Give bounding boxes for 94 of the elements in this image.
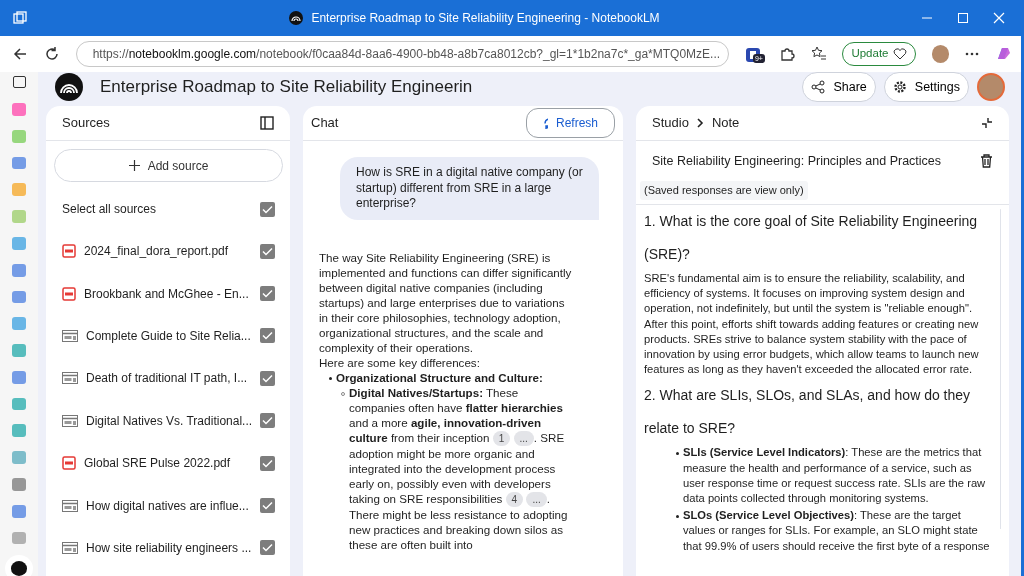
app-tile-icon[interactable] <box>12 210 26 223</box>
checkbox[interactable] <box>260 286 276 302</box>
app-tile-icon[interactable] <box>12 103 26 116</box>
sidebar-toggle-icon[interactable] <box>260 116 274 130</box>
pdf-file-icon <box>62 456 76 471</box>
bullet-icon <box>676 515 679 519</box>
app-tile-icon[interactable] <box>12 183 26 197</box>
pdf-file-icon <box>62 286 76 301</box>
notebook-title[interactable]: Enterprise Roadmap to Site Reliability Engineerin <box>100 74 473 100</box>
web-page-icon <box>62 414 78 427</box>
app-tile-icon[interactable] <box>12 504 26 518</box>
back-arrow-icon[interactable] <box>12 46 28 62</box>
app-tile-icon[interactable] <box>12 451 26 464</box>
citation-chip[interactable]: ... <box>526 491 547 507</box>
checkbox[interactable] <box>260 498 276 514</box>
app-tile-icon[interactable] <box>12 129 26 143</box>
checkbox[interactable] <box>260 201 276 217</box>
workspaces-icon[interactable] <box>12 10 28 26</box>
source-name[interactable]: Global SRE Pulse 2022.pdf <box>84 454 231 473</box>
panel-title: Chat <box>311 114 339 133</box>
app-tile-icon[interactable] <box>12 290 26 304</box>
app-tile-icon[interactable] <box>12 344 26 357</box>
select-all-label: Select all sources <box>62 201 157 218</box>
note-paragraph: SLIs (Service Level Indicators): These are the metrics that measure the health and performance of a service, such as user response time or request success rate. SLIs are the raw data points collected through monitoring systems. <box>683 445 987 507</box>
checkbox[interactable] <box>260 455 276 471</box>
refresh-button[interactable]: Refresh <box>526 108 615 138</box>
checkbox[interactable] <box>260 540 276 556</box>
note-title: Site Reliability Engineering: Principles and Practices <box>652 152 942 170</box>
pdf-file-icon <box>62 244 76 259</box>
source-name[interactable]: How digital natives are influe... <box>86 496 249 515</box>
checkbox[interactable] <box>260 370 276 386</box>
app-tile-icon[interactable] <box>12 263 26 277</box>
citation-chip[interactable]: 4 <box>505 491 524 507</box>
share-button[interactable]: Share <box>802 72 876 102</box>
app-tile-icon[interactable] <box>12 397 26 411</box>
source-name[interactable]: Death of traditional IT path, I... <box>86 369 248 388</box>
web-page-icon <box>62 499 78 512</box>
note-paragraph: SRE's fundamental aim is to ensure the reliability, scalability, and efficiency of systems. It focuses on improving system design and operation, not indefinitely, but until the system is "reliable enough". After this point, efforts shift towards adding features or creating new products. SREs strive to balance system stability with the pace of innovation by using error budgets, which allow teams to launch new features as long as they haven't exceeded the allocated error rate. <box>644 271 980 378</box>
favorites-icon[interactable] <box>810 46 827 62</box>
note-heading: 2. What are SLIs, SLOs, and SLAs, and how do they relate to SRE? <box>644 386 972 439</box>
app-tile-icon[interactable] <box>12 424 26 438</box>
heart-icon <box>892 48 907 60</box>
answer-paragraph: The way Site Reliability Engineering (SRE) is implemented and functions can differ significantly between digital native companies (including startups) and large enterprises due to variations in their core philosophies, technology adoption, organizational structures, and the scale and complexity of their operations. <box>319 249 573 355</box>
breadcrumb-item[interactable]: Studio <box>652 113 689 133</box>
panel-title: Sources <box>62 114 110 133</box>
share-icon <box>811 80 826 94</box>
reload-icon[interactable] <box>43 46 60 62</box>
add-source-button[interactable]: Add source <box>54 149 284 182</box>
maximize-icon[interactable] <box>957 12 969 24</box>
checkbox[interactable] <box>260 243 276 259</box>
web-page-icon <box>62 541 78 554</box>
trash-icon[interactable] <box>980 154 993 168</box>
avatar-icon[interactable] <box>977 73 1005 101</box>
settings-icon <box>892 80 907 94</box>
question-bubble: How is SRE in a digital native company (or startup) different from SRE in a large enterprise? <box>340 157 599 220</box>
bullet-icon <box>329 376 332 380</box>
chevron-icon <box>696 118 704 128</box>
update-button[interactable]: Update <box>842 42 916 66</box>
more-menu-icon[interactable] <box>965 52 980 56</box>
note-heading: 1. What is the core goal of Site Reliability Engineering (SRE)? <box>644 212 979 264</box>
web-page-icon <box>62 329 78 342</box>
source-name[interactable]: Complete Guide to Site Relia... <box>86 326 251 345</box>
tab-icon[interactable] <box>12 76 26 89</box>
bullet-heading: Organizational Structure and Culture: <box>336 369 543 385</box>
app-tile-icon[interactable] <box>12 531 26 545</box>
answer-paragraph: Digital Natives/Startups: These companies often have flatter hierarchies and a more agile, innovation-driven culture from their inception 1 ... . SRE adoption might be more organic and integrated into the development process early on, possibly even with developers taking on SRE responsibilities 4 ... . There might be less resistance to adopting new practices and breaking down silos as these are often built into <box>349 384 569 552</box>
app-tile-icon[interactable] <box>12 156 26 170</box>
app-tile-icon[interactable] <box>12 478 26 491</box>
plus-icon <box>128 160 140 171</box>
extension-icon[interactable] <box>744 46 761 63</box>
window-title: Enterprise Roadmap to Site Reliability Engineering - NotebookLM <box>311 10 660 27</box>
checkbox[interactable] <box>260 328 276 344</box>
app-tile-icon[interactable] <box>12 317 26 331</box>
collapse-icon[interactable] <box>981 117 993 129</box>
settings-button[interactable]: Settings <box>883 72 969 102</box>
citation-chip[interactable]: ... <box>513 430 534 446</box>
bullet-icon <box>676 452 679 456</box>
avatar-icon[interactable] <box>931 45 950 63</box>
app-tile-icon[interactable] <box>12 236 26 250</box>
close-icon[interactable] <box>993 12 1005 24</box>
source-name[interactable]: How site reliability engineers ... <box>86 538 252 557</box>
checkbox[interactable] <box>260 413 276 429</box>
puzzle-icon[interactable] <box>778 46 795 62</box>
view-only-notice: (Saved responses are view only) <box>640 181 808 200</box>
app-tile-icon[interactable] <box>12 370 26 384</box>
breadcrumb-item: Note <box>711 114 740 133</box>
note-paragraph: SLOs (Service Level Objectives): These are the target values or ranges for SLIs. For example, an SLO might state that 99.9% of users should receive the first byte of a response <box>683 508 991 554</box>
web-page-icon <box>62 372 78 385</box>
source-name[interactable]: Brookbank and McGhee - En... <box>84 284 249 303</box>
answer-paragraph: Here are some key differences: <box>319 354 481 370</box>
source-name[interactable]: Digital Natives Vs. Traditional... <box>86 411 253 430</box>
citation-chip[interactable]: 1 <box>492 430 511 446</box>
app-logo-icon <box>289 11 304 25</box>
source-name[interactable]: 2024_final_dora_report.pdf <box>84 242 229 261</box>
